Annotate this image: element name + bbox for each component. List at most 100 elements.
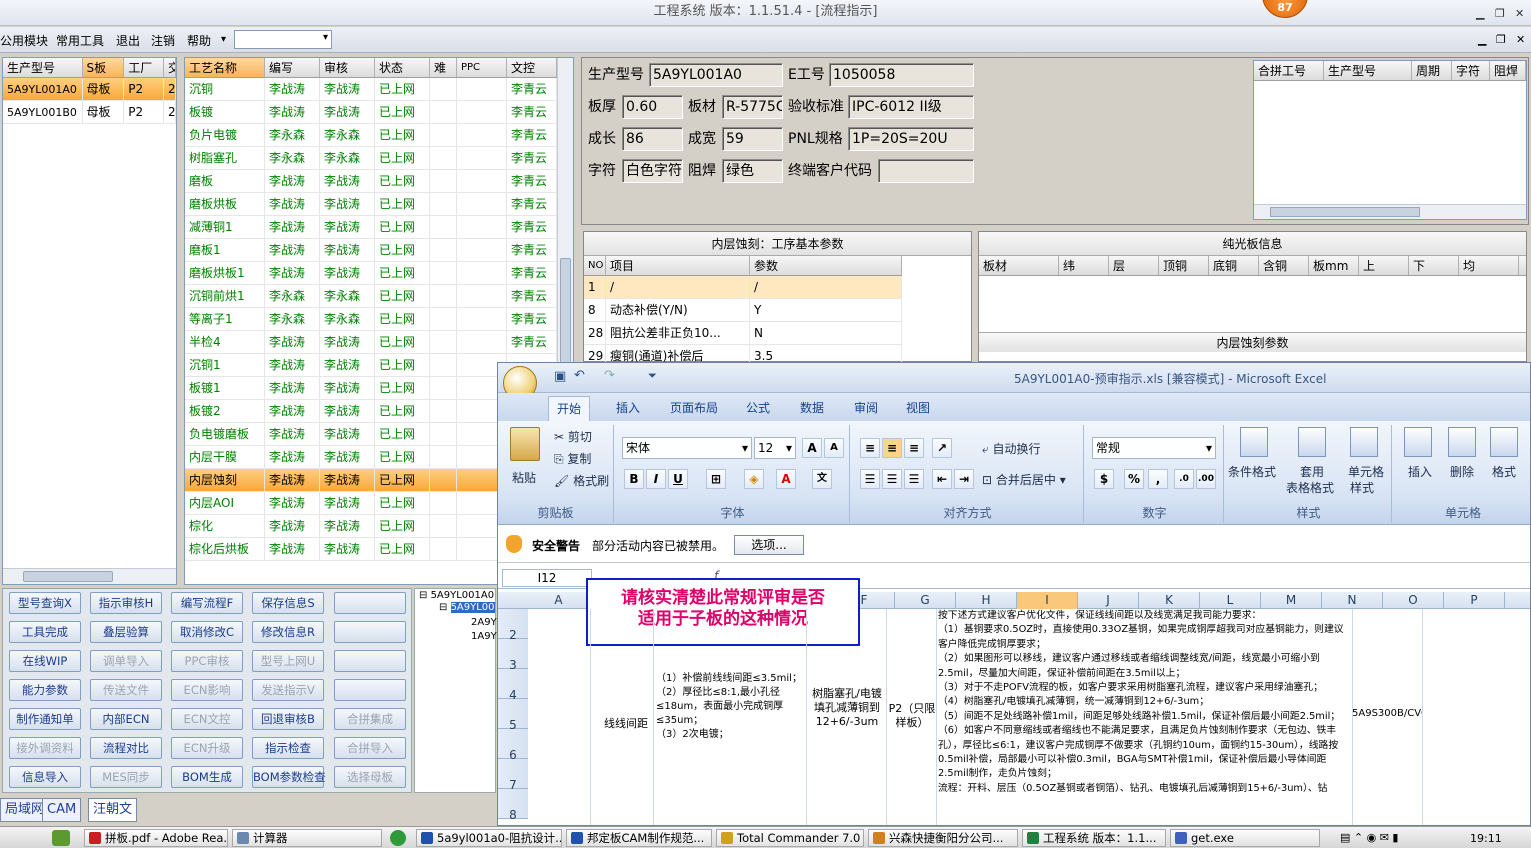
col-item[interactable]: 项目 xyxy=(606,256,750,275)
field-thickness[interactable]: 0.60 xyxy=(622,95,683,119)
field-width[interactable]: 59 xyxy=(722,127,783,151)
ribbon-tab[interactable]: 视图 xyxy=(898,399,938,416)
conditional-format-icon[interactable] xyxy=(1240,427,1268,457)
bare-col[interactable]: 纬 xyxy=(1059,256,1109,275)
format-painter-button[interactable]: 🖌 格式刷 xyxy=(554,472,609,489)
cell-item[interactable]: 线线间距 xyxy=(598,717,654,731)
tab-user[interactable]: 汪朝文 xyxy=(88,798,138,822)
align-middle-icon[interactable]: ≡ xyxy=(882,438,902,458)
action-button[interactable]: MES同步 xyxy=(90,766,162,788)
close-icon[interactable]: ✕ xyxy=(1515,2,1524,26)
table-row[interactable]: 磨板1 李战涛 李战涛 已上网 李青云 xyxy=(185,239,573,262)
child-restore-icon[interactable]: ❐ xyxy=(1496,33,1506,46)
cell-requirement[interactable]: 按下述方式建议客户优化文件，保证线线间距以及线宽满足我司能力要求： （1）基铜要… xyxy=(938,609,1350,796)
name-box[interactable]: I12 xyxy=(502,569,592,587)
indent-icon[interactable]: ⇥ xyxy=(954,469,974,489)
table-row[interactable]: 沉铜 李战涛 李战涛 已上网 李青云 xyxy=(185,78,573,101)
table-row[interactable]: 树脂塞孔 李永森 李永森 已上网 李青云 xyxy=(185,147,573,170)
tree-node[interactable]: 2A9Y xyxy=(471,617,497,628)
action-button[interactable]: BOM生成 xyxy=(171,766,243,788)
ie-icon[interactable] xyxy=(390,830,406,846)
action-button[interactable]: ECN影响 xyxy=(171,679,243,701)
col-process-name[interactable]: 工艺名称 xyxy=(185,58,265,77)
scroll-thumb[interactable] xyxy=(1270,207,1420,217)
tree-node[interactable]: ⊟ 5A9YL001A0 xyxy=(419,590,494,601)
comma-icon[interactable]: , xyxy=(1148,469,1168,489)
shrink-font-icon[interactable]: A xyxy=(824,438,844,458)
save-icon[interactable]: ▣ xyxy=(554,369,566,384)
ribbon-tab[interactable]: 公式 xyxy=(738,399,778,416)
minimize-icon[interactable]: ▁ xyxy=(1476,2,1484,26)
delete-cells-icon[interactable] xyxy=(1448,427,1476,457)
tree-node[interactable]: 1A9Y xyxy=(471,631,497,642)
action-button[interactable]: 指示审核H xyxy=(90,592,162,614)
delete-cells-button[interactable]: 删除 xyxy=(1450,463,1474,480)
paste-icon[interactable] xyxy=(510,427,540,461)
col-ppc[interactable]: PPC xyxy=(457,58,507,77)
table-row[interactable]: 磨板烘板1 李战涛 李战涛 已上网 李青云 xyxy=(185,262,573,285)
table-row[interactable]: 5A9YL001B0 母板 P2 20 xyxy=(3,101,176,124)
font-name-select[interactable]: 宋体 ▾ xyxy=(622,437,752,459)
action-button[interactable]: 型号上网U xyxy=(252,650,324,672)
paste-button[interactable]: 粘贴 xyxy=(512,469,536,486)
action-button[interactable]: 调单导入 xyxy=(90,650,162,672)
taskbar-button[interactable]: 工程系统 版本：1.1... xyxy=(1022,829,1166,847)
bare-col[interactable]: 顶铜 xyxy=(1159,256,1209,275)
taskbar-button[interactable]: 5a9yl001a0-阻抗设计... xyxy=(416,829,562,847)
row-header[interactable]: 8 xyxy=(498,789,528,822)
app-launcher-icon[interactable] xyxy=(52,830,70,846)
table-row[interactable]: 8 动态补偿(Y/N) Y xyxy=(584,299,902,322)
tree-node[interactable]: ⊟ 5A9YL00 xyxy=(439,602,495,613)
action-button[interactable]: PPC审核 xyxy=(171,650,243,672)
action-button[interactable]: 在线WIP xyxy=(9,650,81,672)
number-format-select[interactable]: 常规 ▾ xyxy=(1092,437,1216,459)
restore-icon[interactable]: ❐ xyxy=(1495,2,1505,26)
tab-cam[interactable]: CAM xyxy=(42,798,82,822)
column-header[interactable]: K xyxy=(1139,592,1200,609)
field-char[interactable]: 白色字符 xyxy=(622,159,683,183)
conditional-format-button[interactable]: 条件格式 xyxy=(1228,463,1276,480)
outdent-icon[interactable]: ⇤ xyxy=(932,469,952,489)
menu-logout[interactable]: 注销 xyxy=(151,32,175,49)
merge-center-button[interactable]: ⊡ 合并后居中 ▾ xyxy=(982,471,1066,488)
column-header[interactable]: I xyxy=(1017,592,1078,609)
bare-col[interactable]: 板mm xyxy=(1309,256,1359,275)
action-button[interactable]: 合拼集成 xyxy=(334,708,406,730)
table-row[interactable]: 1// xyxy=(584,276,902,299)
menu-combo[interactable] xyxy=(234,30,332,49)
currency-icon[interactable]: $ xyxy=(1094,469,1114,489)
tray-icons[interactable]: ▤ ⌃ ◉ ✉ ▮ xyxy=(1340,831,1398,844)
field-eno[interactable]: 1050058 xyxy=(829,63,974,87)
ribbon-tab[interactable]: 插入 xyxy=(608,399,648,416)
col-reviewer[interactable]: 审核 xyxy=(320,58,375,77)
copy-button[interactable]: ⎘ 复制 xyxy=(554,450,591,467)
col-writer[interactable]: 编写 xyxy=(265,58,320,77)
row-header[interactable]: 4 xyxy=(498,669,528,702)
menu-exit[interactable]: 退出 xyxy=(116,32,140,49)
taskbar-button[interactable]: Total Commander 7.0 ... xyxy=(716,829,864,847)
scroll-thumb[interactable] xyxy=(23,571,113,582)
action-button[interactable]: BOM参数检查 xyxy=(252,766,326,788)
col-sboard[interactable]: S板 xyxy=(82,58,125,77)
redo-icon[interactable]: ↷ xyxy=(604,368,615,383)
orientation-icon[interactable]: ↗ xyxy=(932,438,952,458)
column-header[interactable]: A xyxy=(528,592,590,609)
column-header[interactable]: N xyxy=(1322,592,1383,609)
taskbar-button[interactable]: get.exe xyxy=(1170,829,1320,847)
col-difficulty[interactable]: 难 xyxy=(430,58,457,77)
action-button[interactable]: 指示检查 xyxy=(252,737,324,759)
cell-style-button[interactable]: 单元格 xyxy=(1348,463,1384,480)
field-customer[interactable] xyxy=(878,159,974,183)
fill-color-icon[interactable]: ◈ xyxy=(744,469,764,489)
column-header[interactable]: J xyxy=(1078,592,1139,609)
col-model[interactable]: 生产型号 xyxy=(3,58,83,77)
table-row[interactable]: 磨板烘板 李战涛 李战涛 已上网 李青云 xyxy=(185,193,573,216)
ribbon-tab[interactable]: 页面布局 xyxy=(662,399,726,416)
child-close-icon[interactable]: ✕ xyxy=(1516,33,1525,46)
wrap-text-button[interactable]: ⤶ 自动换行 xyxy=(982,440,1041,457)
action-button[interactable] xyxy=(334,592,406,614)
action-button[interactable]: ECN升级 xyxy=(171,737,243,759)
align-top-icon[interactable]: ≡ xyxy=(860,438,880,458)
action-button[interactable]: 编写流程F xyxy=(171,592,243,614)
column-header[interactable]: P xyxy=(1444,592,1505,609)
